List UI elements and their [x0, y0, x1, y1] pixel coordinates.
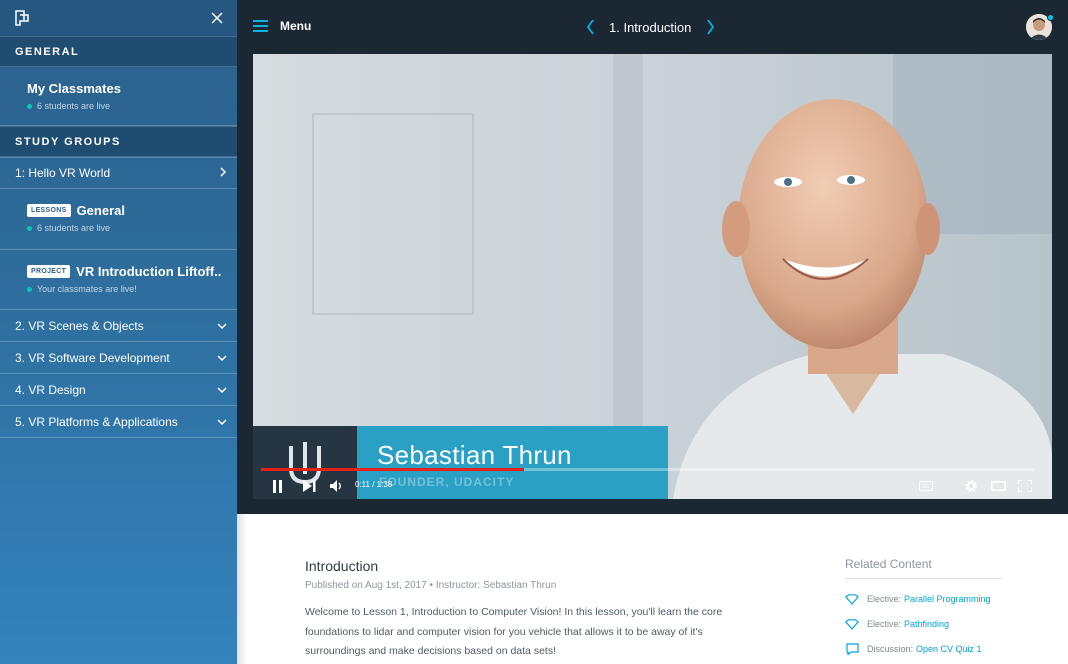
top-bar: Menu 1. Introduction	[237, 0, 1068, 54]
content-meta: Published on Aug 1st, 2017 • Instructor:…	[305, 580, 557, 591]
lesson-title: 1. Introduction	[609, 19, 692, 35]
theater-mode-icon[interactable]	[989, 477, 1007, 495]
project-status: Your classmates are live!	[27, 284, 222, 294]
settings-gear-icon[interactable]	[962, 477, 980, 495]
svg-text:CC: CC	[922, 484, 930, 490]
related-kind: Elective:	[867, 594, 902, 604]
content-description: Welcome to Lesson 1, Introduction to Com…	[305, 606, 723, 657]
video-time: 0:11 / 1:38	[355, 480, 393, 489]
close-icon[interactable]	[207, 8, 227, 28]
lesson-general-item[interactable]: LESSONS General 6 students are live	[0, 189, 237, 250]
classmates-status-text: 6 students are live	[37, 101, 111, 111]
related-link[interactable]: Pathfinding	[904, 619, 949, 629]
fullscreen-icon[interactable]	[1016, 477, 1034, 495]
study-groups-heading: STUDY GROUPS	[0, 126, 237, 157]
related-item[interactable]: Elective: Parallel Programming	[845, 593, 1002, 605]
content-title: Introduction	[305, 558, 379, 574]
live-dot-icon	[27, 103, 32, 109]
my-classmates-item[interactable]: My Classmates 6 students are live	[0, 67, 237, 126]
closed-captions-icon[interactable]: CC	[917, 477, 935, 495]
study-group-3[interactable]: 3. VR Software Development	[0, 342, 237, 374]
progress-fill	[261, 468, 524, 471]
related-content: Related Content Elective: Parallel Progr…	[845, 557, 1002, 655]
chevron-down-icon	[217, 319, 227, 333]
related-kind: Elective:	[867, 619, 902, 629]
study-group-4[interactable]: 4. VR Design	[0, 374, 237, 406]
diamond-icon	[845, 618, 859, 630]
pause-icon[interactable]	[269, 477, 287, 495]
live-dot-icon	[27, 225, 32, 231]
sidebar-shadow	[237, 514, 247, 664]
related-item[interactable]: Elective: Pathfinding	[845, 618, 1002, 630]
related-link[interactable]: Parallel Programming	[904, 594, 991, 604]
study-group-3-label: 3. VR Software Development	[15, 350, 170, 365]
lessons-tag: LESSONS	[27, 204, 71, 217]
chevron-down-icon	[217, 383, 227, 397]
lesson-general-title-row: LESSONS General	[27, 203, 222, 218]
project-title: VR Introduction Liftoff...	[76, 264, 222, 279]
lesson-general-title: General	[76, 203, 125, 218]
related-heading: Related Content	[845, 557, 1002, 579]
chevron-right-icon	[219, 166, 227, 180]
chat-icon	[845, 643, 859, 655]
related-link[interactable]: Open CV Quiz 1	[916, 644, 982, 654]
sidebar: GENERAL My Classmates 6 students are liv…	[0, 0, 237, 664]
study-group-2-label: 2. VR Scenes & Objects	[15, 318, 144, 333]
study-group-1-label: 1: Hello VR World	[15, 166, 111, 180]
lesson-content: Introduction Published on Aug 1st, 2017 …	[237, 514, 1068, 664]
chevron-down-icon	[217, 351, 227, 365]
study-group-5-label: 5. VR Platforms & Applications	[15, 414, 178, 429]
live-dot-icon	[27, 286, 32, 292]
video-controls: 0:11 / 1:38 CC	[253, 474, 1052, 499]
volume-icon[interactable]	[328, 477, 346, 495]
study-group-2[interactable]: 2. VR Scenes & Objects	[0, 310, 237, 342]
study-group-5[interactable]: 5. VR Platforms & Applications	[0, 406, 237, 438]
next-icon[interactable]	[301, 477, 319, 495]
menu-button[interactable]: Menu	[253, 19, 311, 33]
related-item[interactable]: Discussion: Open CV Quiz 1	[845, 643, 1002, 655]
lesson-status-text: 6 students are live	[37, 223, 111, 233]
udacity-logo-icon[interactable]	[12, 8, 32, 28]
online-indicator	[1047, 14, 1054, 21]
project-title-row: PROJECT VR Introduction Liftoff...	[27, 264, 222, 279]
chevron-down-icon	[217, 415, 227, 429]
study-group-1[interactable]: 1: Hello VR World	[0, 157, 237, 189]
video-progress-bar[interactable]	[261, 468, 1034, 471]
study-group-4-label: 4. VR Design	[15, 382, 86, 397]
diamond-icon	[845, 593, 859, 605]
hamburger-icon	[253, 20, 268, 32]
menu-label: Menu	[280, 19, 312, 33]
chevron-left-icon[interactable]	[583, 17, 597, 37]
project-tag: PROJECT	[27, 265, 71, 278]
project-item[interactable]: PROJECT VR Introduction Liftoff... Your …	[0, 250, 237, 310]
project-status-text: Your classmates are live!	[37, 284, 137, 294]
sidebar-header	[0, 0, 237, 36]
my-classmates-title: My Classmates	[27, 81, 121, 96]
general-heading: GENERAL	[0, 36, 237, 67]
avatar-container	[1026, 14, 1054, 40]
video-panel: Menu 1. Introduction Sebastian Thrun FOU…	[237, 0, 1068, 514]
chevron-right-icon[interactable]	[703, 17, 717, 37]
video-player[interactable]: Sebastian Thrun FOUNDER, UDACITY 0:11 / …	[253, 54, 1052, 499]
lesson-nav: 1. Introduction	[583, 17, 717, 37]
lesson-status: 6 students are live	[27, 223, 222, 233]
classmates-status: 6 students are live	[27, 101, 222, 111]
related-kind: Discussion:	[867, 644, 914, 654]
presenter-name: Sebastian Thrun	[377, 440, 572, 470]
